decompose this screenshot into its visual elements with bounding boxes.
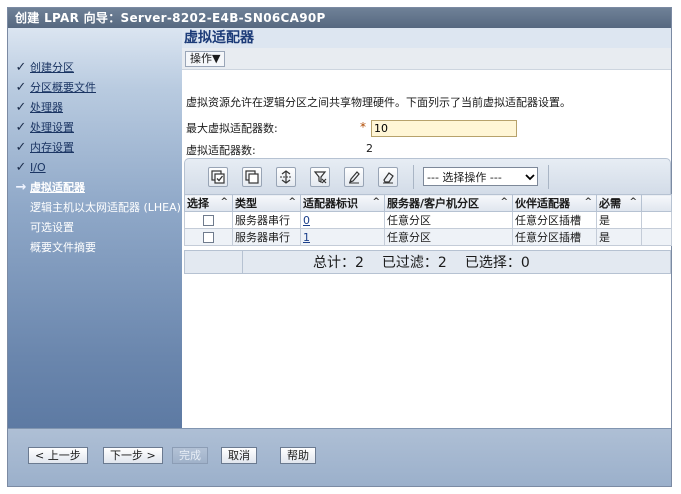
sidebar-item-processors[interactable]: ✓ 处理器 — [12, 98, 63, 116]
max-adapters-input[interactable] — [371, 120, 517, 137]
cancel-button[interactable]: 取消 — [221, 447, 257, 464]
help-button[interactable]: 帮助 — [280, 447, 316, 464]
checkmark-icon: ✓ — [15, 119, 27, 135]
toolbar-separator — [413, 165, 414, 189]
table-toolbar: --- 选择操作 --- — [184, 158, 671, 194]
virtual-adapters-table: 选择 ^ 类型 ^ 适配器标识 ^ 服务器/客户机分区 ^ 伙伴适配器 ^ 必需 ^ 服务器… — [184, 194, 672, 246]
column-header-filler — [641, 194, 672, 212]
deselect-all-icon[interactable] — [242, 167, 262, 187]
filler-cell — [641, 211, 672, 229]
total-count: 总计：2 — [313, 255, 364, 271]
checkmark-icon: ✓ — [15, 159, 27, 175]
select-cell — [184, 228, 233, 246]
sort-icon: ^ — [220, 197, 228, 207]
back-button[interactable]: < 上一步 — [28, 447, 88, 464]
sidebar-item-label[interactable]: 内存设置 — [30, 139, 74, 155]
next-button[interactable]: 下一步 > — [103, 447, 163, 464]
toolbar-separator — [548, 165, 549, 189]
sort-icon: ^ — [288, 197, 296, 207]
table-summary-row: 总计：2 已过滤：2 已选择：0 — [184, 250, 671, 274]
column-header-required[interactable]: 必需 ^ — [596, 194, 642, 212]
description-text: 虚拟资源允许在逻辑分区之间共享物理硬件。下面列示了当前虚拟适配器设置。 — [186, 96, 571, 109]
partner-cell: 任意分区插槽 — [512, 211, 597, 229]
max-adapters-label: 最大虚拟适配器数: — [186, 122, 278, 135]
sidebar-item-partition-profile[interactable]: ✓ 分区概要文件 — [12, 78, 96, 96]
row-checkbox[interactable] — [203, 215, 214, 226]
sidebar-item-label[interactable]: I/O — [30, 161, 46, 174]
sidebar-item-create-partition[interactable]: ✓ 创建分区 — [12, 58, 74, 76]
window-title: 创建 LPAR 向导：Server-8202-E4B-SN06CA90P — [8, 8, 671, 28]
column-header-partition[interactable]: 服务器/客户机分区 ^ — [384, 194, 513, 212]
sidebar-item-label[interactable]: 处理器 — [30, 99, 63, 115]
action-bar: 操作▼ — [182, 48, 671, 70]
select-action-dropdown[interactable]: --- 选择操作 --- — [423, 167, 538, 186]
wizard-window: 创建 LPAR 向导：Server-8202-E4B-SN06CA90P ✓ 创… — [7, 7, 672, 487]
sidebar-item-lhea: 逻辑主机以太网适配器 (LHEA) — [12, 198, 181, 216]
column-header-partner-adapter[interactable]: 伙伴适配器 ^ — [512, 194, 597, 212]
sidebar-item-label: 逻辑主机以太网适配器 (LHEA) — [30, 201, 181, 214]
adapter-id-link[interactable]: 1 — [303, 231, 310, 244]
sidebar-item-io[interactable]: ✓ I/O — [12, 158, 46, 176]
table-row: 服务器串行 0 任意分区 任意分区插槽 是 — [184, 211, 672, 229]
table-header-row: 选择 ^ 类型 ^ 适配器标识 ^ 服务器/客户机分区 ^ 伙伴适配器 ^ 必需 ^ — [184, 194, 672, 212]
page-title: 虚拟适配器 — [182, 28, 671, 48]
sidebar-item-label: 可选设置 — [30, 221, 74, 234]
select-action-value: --- 选择操作 --- — [427, 170, 502, 184]
adapter-id-cell: 0 — [300, 211, 385, 229]
sidebar-item-label[interactable]: 虚拟适配器 — [30, 179, 85, 195]
sidebar-item-label[interactable]: 处理设置 — [30, 119, 74, 135]
sidebar-item-processing-settings[interactable]: ✓ 处理设置 — [12, 118, 74, 136]
show-filter-icon[interactable] — [276, 167, 296, 187]
required-marker: * — [360, 120, 366, 134]
column-header-adapter-id[interactable]: 适配器标识 ^ — [300, 194, 385, 212]
type-cell: 服务器串行 — [232, 228, 301, 246]
sort-icon: ^ — [584, 197, 592, 207]
column-header-type[interactable]: 类型 ^ — [232, 194, 301, 212]
checkmark-icon: ✓ — [15, 139, 27, 155]
sidebar-item-memory-settings[interactable]: ✓ 内存设置 — [12, 138, 74, 156]
main-content: 虚拟适配器 操作▼ 虚拟资源允许在逻辑分区之间共享物理硬件。下面列示了当前虚拟适… — [182, 28, 672, 428]
required-cell: 是 — [596, 228, 642, 246]
edit-sort-icon[interactable] — [344, 167, 364, 187]
sidebar-item-optional-settings: 可选设置 — [12, 218, 74, 236]
filler-cell — [641, 228, 672, 246]
adapters-table-container: --- 选择操作 --- 选择 ^ 类型 ^ 适配器标识 ^ 服务器/客户机分区… — [184, 158, 672, 278]
adapter-count-label: 虚拟适配器数: — [186, 144, 256, 157]
sidebar-item-profile-summary: 概要文件摘要 — [12, 238, 96, 256]
row-checkbox[interactable] — [203, 232, 214, 243]
wizard-sidebar: ✓ 创建分区 ✓ 分区概要文件 ✓ 处理器 ✓ 处理设置 ✓ 内存设置 ✓ I/… — [8, 28, 182, 428]
chevron-down-icon — [523, 168, 537, 185]
checkmark-icon: ✓ — [15, 79, 27, 95]
clear-sort-icon[interactable] — [378, 167, 398, 187]
sidebar-item-label[interactable]: 分区概要文件 — [30, 79, 96, 95]
current-step-arrow-icon: → — [15, 179, 27, 195]
selected-count: 已选择：0 — [464, 255, 530, 271]
type-cell: 服务器串行 — [232, 211, 301, 229]
sort-icon: ^ — [372, 197, 380, 207]
actions-menu-button[interactable]: 操作▼ — [185, 51, 226, 67]
filtered-count: 已过滤：2 — [381, 255, 447, 271]
partition-cell: 任意分区 — [384, 211, 513, 229]
partition-cell: 任意分区 — [384, 228, 513, 246]
checkmark-icon: ✓ — [15, 99, 27, 115]
sidebar-item-label[interactable]: 创建分区 — [30, 59, 74, 75]
select-all-icon[interactable] — [208, 167, 228, 187]
sort-icon: ^ — [629, 197, 637, 207]
adapter-id-cell: 1 — [300, 228, 385, 246]
adapter-count-value: 2 — [366, 142, 373, 155]
clear-filter-icon[interactable] — [310, 167, 330, 187]
wizard-button-bar: < 上一步 下一步 > 完成 取消 帮助 — [8, 428, 671, 486]
sidebar-item-virtual-adapters[interactable]: → 虚拟适配器 — [12, 178, 85, 196]
adapter-id-link[interactable]: 0 — [303, 214, 310, 227]
checkmark-icon: ✓ — [15, 59, 27, 75]
sort-icon: ^ — [500, 197, 508, 207]
required-cell: 是 — [596, 211, 642, 229]
table-row: 服务器串行 1 任意分区 任意分区插槽 是 — [184, 228, 672, 246]
sidebar-item-label: 概要文件摘要 — [30, 241, 96, 254]
finish-button: 完成 — [172, 447, 208, 464]
column-header-select[interactable]: 选择 ^ — [184, 194, 233, 212]
partner-cell: 任意分区插槽 — [512, 228, 597, 246]
select-cell — [184, 211, 233, 229]
